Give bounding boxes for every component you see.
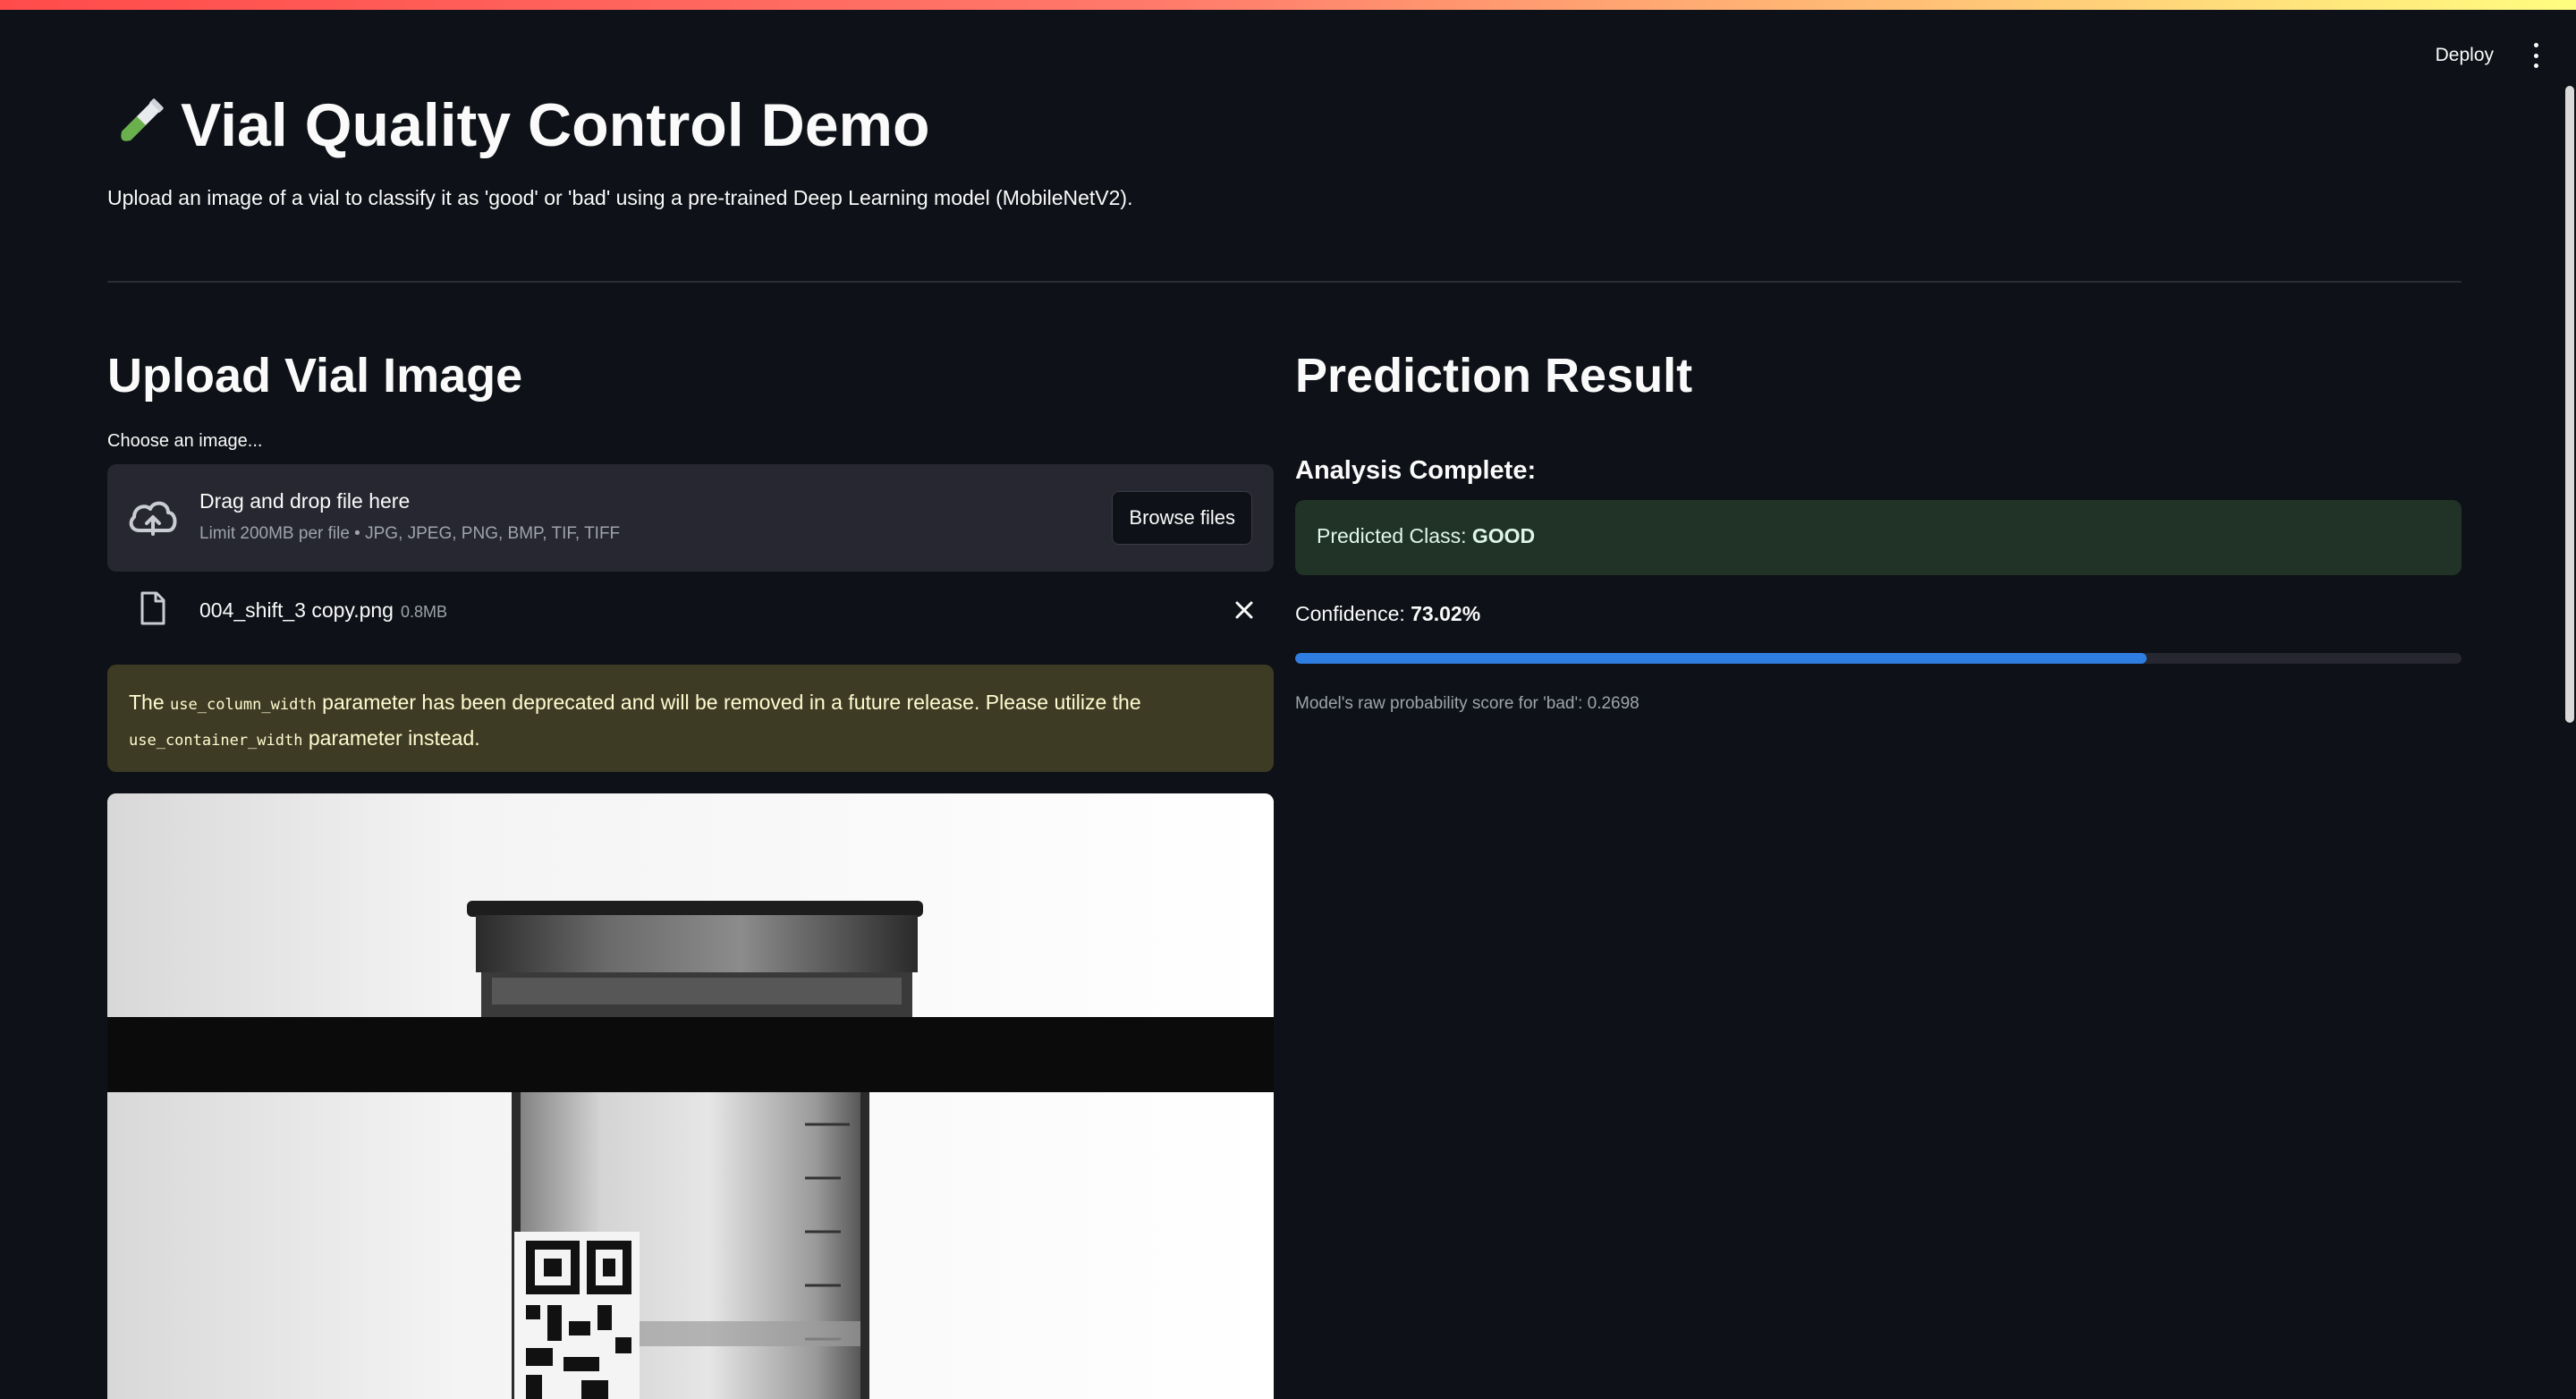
page-subtitle: Upload an image of a vial to classify it… bbox=[107, 186, 1133, 209]
vial-image bbox=[107, 793, 1274, 1399]
warning-text-3: parameter instead. bbox=[302, 726, 480, 750]
confidence-value: 73.02% bbox=[1411, 602, 1481, 625]
vial-photo bbox=[107, 793, 1274, 1399]
warning-code-2: use_container_width bbox=[129, 732, 303, 750]
warning-code-1: use_column_width bbox=[170, 696, 317, 714]
confidence-progress-fill bbox=[1295, 653, 2148, 664]
page-heading: Vial Quality Control Demo bbox=[181, 91, 930, 159]
upload-heading: Upload Vial Image bbox=[107, 349, 523, 403]
deprecation-warning: The use_column_width parameter has been … bbox=[107, 665, 1274, 772]
divider bbox=[107, 281, 2462, 283]
confidence-progress-bar bbox=[1295, 653, 2462, 664]
app-toolbar: Deploy bbox=[2428, 39, 2540, 72]
dropzone-title: Drag and drop file here bbox=[199, 489, 411, 513]
warning-text-2: parameter has been deprecated and will b… bbox=[316, 691, 1141, 714]
result-heading: Prediction Result bbox=[1295, 349, 1693, 403]
dropzone-text: Drag and drop file here Limit 200MB per … bbox=[199, 489, 620, 544]
result-column: Prediction Result Analysis Complete: Pre… bbox=[1295, 340, 2462, 714]
kebab-menu-icon[interactable] bbox=[2531, 43, 2540, 68]
close-icon[interactable] bbox=[1234, 600, 1254, 620]
file-size: 0.8MB bbox=[400, 603, 447, 621]
warning-text-1: The bbox=[129, 691, 171, 714]
confidence-text: Confidence: 73.02% bbox=[1295, 602, 2462, 626]
browse-files-button[interactable]: Browse files bbox=[1112, 491, 1252, 545]
top-accent-bar bbox=[0, 0, 2576, 10]
file-name-text: 004_shift_3 copy.png bbox=[199, 598, 394, 622]
uploaded-file-row: 004_shift_3 copy.png 0.8MB bbox=[107, 572, 1274, 652]
file-dropzone[interactable]: Drag and drop file here Limit 200MB per … bbox=[107, 464, 1274, 572]
predicted-class-value: GOOD bbox=[1471, 524, 1536, 547]
uploader-label: Choose an image... bbox=[107, 431, 263, 451]
analysis-status: Analysis Complete: bbox=[1295, 456, 1537, 485]
page-scrollbar[interactable] bbox=[2565, 86, 2574, 723]
predicted-class-label: Predicted Class: bbox=[1317, 524, 1472, 547]
confidence-label: Confidence: bbox=[1295, 602, 1411, 625]
raw-score-caption: Model's raw probability score for 'bad':… bbox=[1295, 694, 1640, 713]
test-tube-icon bbox=[121, 98, 164, 141]
file-name: 004_shift_3 copy.png 0.8MB bbox=[199, 598, 447, 623]
upload-column: Upload Vial Image Choose an image... Dra… bbox=[107, 340, 1274, 1399]
cloud-upload-icon bbox=[129, 501, 177, 536]
predicted-class-alert: Predicted Class: GOOD bbox=[1295, 500, 2462, 575]
file-icon bbox=[140, 591, 165, 625]
deploy-button[interactable]: Deploy bbox=[2428, 39, 2501, 72]
dropzone-limit: Limit 200MB per file • JPG, JPEG, PNG, B… bbox=[199, 524, 621, 543]
page-title: Vial Quality Control Demo bbox=[107, 89, 930, 161]
app-page: Deploy Vial Quality Control Demo Upload … bbox=[0, 0, 2576, 1399]
